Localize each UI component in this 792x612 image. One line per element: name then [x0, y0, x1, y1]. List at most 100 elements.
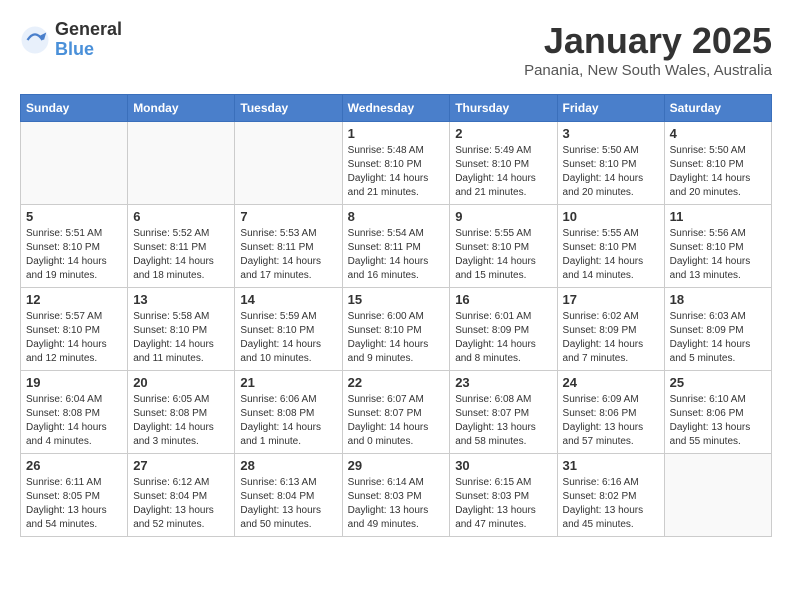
- week-row-1: 1Sunrise: 5:48 AMSunset: 8:10 PMDaylight…: [21, 122, 772, 205]
- day-info: Sunrise: 6:01 AMSunset: 8:09 PMDaylight:…: [455, 310, 551, 366]
- calendar-cell: 29 Sunrise: 6:14 AMSunset: 8:03 PMDayligh…: [342, 454, 450, 537]
- calendar-cell: 24 Sunrise: 6:09 AMSunset: 8:06 PMDayligh…: [557, 371, 664, 454]
- calendar-cell: 6Sunrise: 5:52 AMSunset: 8:11 PMDaylight…: [128, 205, 235, 288]
- calendar-cell: 21Sunrise: 6:06 AMSunset: 8:08 PMDayligh…: [235, 371, 342, 454]
- week-row-3: 12 Sunrise: 5:57 AMSunset: 8:10 PMDayligh…: [21, 288, 772, 371]
- day-number: 27: [133, 458, 229, 473]
- day-number: 13: [133, 292, 229, 307]
- calendar-cell: 8 Sunrise: 5:54 AMSunset: 8:11 PMDaylight…: [342, 205, 450, 288]
- day-info: Sunrise: 6:15 AMSunset: 8:03 PMDaylight:…: [455, 476, 551, 532]
- day-info: Sunrise: 6:02 AMSunset: 8:09 PMDaylight:…: [563, 310, 659, 366]
- calendar-cell: 19 Sunrise: 6:04 AMSunset: 8:08 PMDayligh…: [21, 371, 128, 454]
- day-header-wednesday: Wednesday: [342, 95, 450, 122]
- calendar-cell: 5 Sunrise: 5:51 AMSunset: 8:10 PMDaylight…: [21, 205, 128, 288]
- calendar-cell: 16 Sunrise: 6:01 AMSunset: 8:09 PMDayligh…: [450, 288, 557, 371]
- logo-blue: Blue: [55, 40, 122, 60]
- day-number: 30: [455, 458, 551, 473]
- calendar-cell: 14 Sunrise: 5:59 AMSunset: 8:10 PMDayligh…: [235, 288, 342, 371]
- day-info: Sunrise: 6:07 AMSunset: 8:07 PMDaylight:…: [348, 393, 445, 449]
- day-number: 20: [133, 375, 229, 390]
- day-number: 2: [455, 126, 551, 141]
- day-info: Sunrise: 5:55 AMSunset: 8:10 PMDaylight:…: [563, 227, 659, 283]
- day-number: 19: [26, 375, 122, 390]
- day-number: 14: [240, 292, 336, 307]
- calendar-cell: 7 Sunrise: 5:53 AMSunset: 8:11 PMDaylight…: [235, 205, 342, 288]
- day-info: Sunrise: 6:16 AMSunset: 8:02 PMDaylight:…: [563, 476, 659, 532]
- week-row-4: 19 Sunrise: 6:04 AMSunset: 8:08 PMDayligh…: [21, 371, 772, 454]
- day-header-tuesday: Tuesday: [235, 95, 342, 122]
- day-number: 24: [563, 375, 659, 390]
- day-info: Sunrise: 6:14 AMSunset: 8:03 PMDaylight:…: [348, 476, 445, 532]
- day-number: 11: [670, 209, 766, 224]
- day-header-sunday: Sunday: [21, 95, 128, 122]
- calendar-cell: [664, 454, 771, 537]
- calendar-cell: 9Sunrise: 5:55 AMSunset: 8:10 PMDaylight…: [450, 205, 557, 288]
- calendar-cell: 3 Sunrise: 5:50 AMSunset: 8:10 PMDaylight…: [557, 122, 664, 205]
- day-info: Sunrise: 6:10 AMSunset: 8:06 PMDaylight:…: [670, 393, 766, 449]
- location: Panania, New South Wales, Australia: [524, 62, 772, 79]
- logo-text: General Blue: [55, 20, 122, 60]
- calendar-cell: [235, 122, 342, 205]
- day-info: Sunrise: 6:08 AMSunset: 8:07 PMDaylight:…: [455, 393, 551, 449]
- day-header-monday: Monday: [128, 95, 235, 122]
- day-info: Sunrise: 5:50 AMSunset: 8:10 PMDaylight:…: [563, 144, 659, 200]
- calendar-cell: 12 Sunrise: 5:57 AMSunset: 8:10 PMDayligh…: [21, 288, 128, 371]
- week-row-5: 26Sunrise: 6:11 AMSunset: 8:05 PMDayligh…: [21, 454, 772, 537]
- day-info: Sunrise: 6:05 AMSunset: 8:08 PMDaylight:…: [133, 393, 229, 449]
- day-info: Sunrise: 6:04 AMSunset: 8:08 PMDaylight:…: [26, 393, 122, 449]
- day-info: Sunrise: 6:11 AMSunset: 8:05 PMDaylight:…: [26, 476, 122, 532]
- day-number: 1: [348, 126, 445, 141]
- day-info: Sunrise: 5:57 AMSunset: 8:10 PMDaylight:…: [26, 310, 122, 366]
- day-number: 17: [563, 292, 659, 307]
- calendar-cell: 28Sunrise: 6:13 AMSunset: 8:04 PMDayligh…: [235, 454, 342, 537]
- day-header-thursday: Thursday: [450, 95, 557, 122]
- calendar-cell: 13 Sunrise: 5:58 AMSunset: 8:10 PMDayligh…: [128, 288, 235, 371]
- calendar-cell: [21, 122, 128, 205]
- day-number: 29: [348, 458, 445, 473]
- logo-general: General: [55, 20, 122, 40]
- day-info: Sunrise: 5:55 AMSunset: 8:10 PMDaylight:…: [455, 227, 551, 283]
- day-info: Sunrise: 5:51 AMSunset: 8:10 PMDaylight:…: [26, 227, 122, 283]
- calendar-cell: [128, 122, 235, 205]
- day-number: 12: [26, 292, 122, 307]
- day-number: 16: [455, 292, 551, 307]
- calendar-cell: 2 Sunrise: 5:49 AMSunset: 8:10 PMDaylight…: [450, 122, 557, 205]
- logo-icon: [20, 25, 50, 55]
- page-header: General Blue January 2025 Panania, New S…: [20, 20, 772, 79]
- day-info: Sunrise: 5:56 AMSunset: 8:10 PMDaylight:…: [670, 227, 766, 283]
- day-info: Sunrise: 5:53 AMSunset: 8:11 PMDaylight:…: [240, 227, 336, 283]
- calendar-cell: 22 Sunrise: 6:07 AMSunset: 8:07 PMDayligh…: [342, 371, 450, 454]
- day-number: 4: [670, 126, 766, 141]
- day-number: 5: [26, 209, 122, 224]
- calendar-cell: 11 Sunrise: 5:56 AMSunset: 8:10 PMDayligh…: [664, 205, 771, 288]
- calendar-cell: 18Sunrise: 6:03 AMSunset: 8:09 PMDayligh…: [664, 288, 771, 371]
- calendar-cell: 1Sunrise: 5:48 AMSunset: 8:10 PMDaylight…: [342, 122, 450, 205]
- day-info: Sunrise: 6:12 AMSunset: 8:04 PMDaylight:…: [133, 476, 229, 532]
- day-number: 23: [455, 375, 551, 390]
- title-block: January 2025 Panania, New South Wales, A…: [524, 20, 772, 79]
- day-number: 8: [348, 209, 445, 224]
- day-info: Sunrise: 5:58 AMSunset: 8:10 PMDaylight:…: [133, 310, 229, 366]
- day-number: 7: [240, 209, 336, 224]
- logo: General Blue: [20, 20, 122, 60]
- calendar-cell: 17 Sunrise: 6:02 AMSunset: 8:09 PMDayligh…: [557, 288, 664, 371]
- day-header-saturday: Saturday: [664, 95, 771, 122]
- day-number: 3: [563, 126, 659, 141]
- calendar-cell: 4 Sunrise: 5:50 AMSunset: 8:10 PMDaylight…: [664, 122, 771, 205]
- calendar-cell: 23 Sunrise: 6:08 AMSunset: 8:07 PMDayligh…: [450, 371, 557, 454]
- day-info: Sunrise: 5:49 AMSunset: 8:10 PMDaylight:…: [455, 144, 551, 200]
- day-number: 21: [240, 375, 336, 390]
- day-info: Sunrise: 6:09 AMSunset: 8:06 PMDaylight:…: [563, 393, 659, 449]
- calendar-cell: 25Sunrise: 6:10 AMSunset: 8:06 PMDayligh…: [664, 371, 771, 454]
- day-info: Sunrise: 5:59 AMSunset: 8:10 PMDaylight:…: [240, 310, 336, 366]
- day-info: Sunrise: 6:03 AMSunset: 8:09 PMDaylight:…: [670, 310, 766, 366]
- day-info: Sunrise: 5:50 AMSunset: 8:10 PMDaylight:…: [670, 144, 766, 200]
- month-title: January 2025: [524, 20, 772, 62]
- day-info: Sunrise: 5:54 AMSunset: 8:11 PMDaylight:…: [348, 227, 445, 283]
- day-number: 6: [133, 209, 229, 224]
- day-number: 10: [563, 209, 659, 224]
- day-info: Sunrise: 6:13 AMSunset: 8:04 PMDaylight:…: [240, 476, 336, 532]
- day-number: 22: [348, 375, 445, 390]
- calendar-cell: 26Sunrise: 6:11 AMSunset: 8:05 PMDayligh…: [21, 454, 128, 537]
- day-number: 15: [348, 292, 445, 307]
